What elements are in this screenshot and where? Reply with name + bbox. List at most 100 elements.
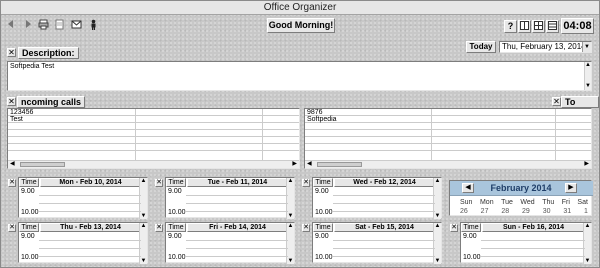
- clock-display: 04:08: [561, 18, 594, 34]
- scroll-down-icon[interactable]: ▼: [287, 258, 294, 264]
- help-button[interactable]: ?: [504, 20, 517, 33]
- description-close-button[interactable]: ✕: [7, 48, 16, 57]
- date-picker[interactable]: Thu, February 13, 2014 ▼: [499, 41, 592, 53]
- time-slot[interactable]: 10.00: [168, 254, 186, 261]
- scroll-down-icon[interactable]: ▼: [140, 258, 147, 264]
- day-close-button[interactable]: ✕: [8, 224, 16, 232]
- table-row[interactable]: [305, 137, 591, 144]
- table-row[interactable]: [305, 130, 591, 137]
- day-close-button[interactable]: ✕: [155, 179, 163, 187]
- day-panel-tue[interactable]: ✕ Time Tue - Feb 11, 2014 ▲ ▼ 9.00 10.00: [154, 177, 295, 219]
- scroll-up-icon[interactable]: ▲: [287, 223, 294, 229]
- time-slot[interactable]: 10.00: [21, 209, 39, 216]
- description-scrollbar[interactable]: ▲ ▼: [584, 62, 591, 90]
- time-slot[interactable]: 9.00: [21, 233, 35, 240]
- time-slot[interactable]: 9.00: [315, 233, 329, 240]
- time-slot[interactable]: 10.00: [315, 254, 333, 261]
- calendar-day[interactable]: 29: [522, 208, 530, 215]
- time-slot[interactable]: 9.00: [315, 188, 329, 195]
- scroll-right-icon[interactable]: ▶: [584, 161, 589, 168]
- scroll-down-icon[interactable]: ▼: [434, 213, 441, 219]
- day-close-button[interactable]: ✕: [450, 224, 458, 232]
- to-call-grid[interactable]: 9876 Softpedia ◀ ▶: [304, 108, 592, 169]
- day-panel-fri[interactable]: ✕ Time Fri - Feb 14, 2014 ▲ ▼ 9.00 10.00: [154, 222, 295, 264]
- today-button[interactable]: Today: [466, 41, 496, 53]
- list-view-button[interactable]: [546, 20, 559, 33]
- day-panel-thu[interactable]: ✕ Time Thu - Feb 13, 2014 ▲ ▼ 9.00 10.00: [7, 222, 148, 264]
- day-panel-sun[interactable]: ✕ Time Sun - Feb 16, 2014 ▲ ▼ 9.00 10.00: [449, 222, 592, 264]
- table-row[interactable]: [8, 137, 299, 144]
- table-row[interactable]: [305, 144, 591, 151]
- scroll-up-icon[interactable]: ▲: [434, 178, 441, 184]
- two-columns-icon: [520, 21, 529, 30]
- scroll-up-icon[interactable]: ▲: [584, 223, 591, 229]
- scroll-down-icon[interactable]: ▼: [434, 258, 441, 264]
- scroll-left-icon[interactable]: ◀: [10, 161, 15, 168]
- time-column-header: Time: [461, 223, 481, 232]
- calendar-day[interactable]: 28: [501, 208, 509, 215]
- scroll-right-icon[interactable]: ▶: [292, 161, 297, 168]
- incoming-calls-grid[interactable]: 123456 Test ◀ ▶: [7, 108, 300, 169]
- person-icon: [91, 19, 96, 30]
- description-textarea[interactable]: Softpedia Test ▲ ▼: [7, 61, 592, 91]
- incoming-calls-close-button[interactable]: ✕: [7, 97, 16, 106]
- table-row[interactable]: Test: [8, 116, 299, 123]
- weekday-label: Thu: [542, 199, 555, 206]
- mail-button[interactable]: [70, 19, 83, 32]
- table-row[interactable]: 9876: [305, 109, 591, 116]
- grid-view-button[interactable]: [532, 20, 545, 33]
- scroll-up-icon[interactable]: ▲: [585, 62, 591, 69]
- calendar-day[interactable]: 1: [584, 208, 588, 215]
- time-slot[interactable]: 9.00: [21, 188, 35, 195]
- day-panel-mon[interactable]: ✕ Time Mon - Feb 10, 2014 ▲ ▼ 9.00 10.00: [7, 177, 148, 219]
- back-button[interactable]: [6, 19, 20, 32]
- two-columns-view-button[interactable]: [518, 20, 531, 33]
- scroll-up-icon[interactable]: ▲: [287, 178, 294, 184]
- time-slot[interactable]: 9.00: [168, 233, 182, 240]
- time-slot[interactable]: 9.00: [463, 233, 477, 240]
- scroll-down-icon[interactable]: ▼: [585, 83, 591, 90]
- month-calendar[interactable]: ◀ February 2014 ▶ Sun Mon Tue Wed Thu Fr…: [449, 180, 593, 216]
- table-row[interactable]: [305, 123, 591, 130]
- day-panel-sat[interactable]: ✕ Time Sat - Feb 15, 2014 ▲ ▼ 9.00 10.00: [301, 222, 442, 264]
- scroll-up-icon[interactable]: ▲: [434, 223, 441, 229]
- incoming-calls-hscrollbar[interactable]: ◀ ▶: [8, 160, 299, 168]
- table-row[interactable]: 123456: [8, 109, 299, 116]
- table-row[interactable]: [8, 123, 299, 130]
- to-call-hscrollbar[interactable]: ◀ ▶: [305, 160, 591, 168]
- table-row[interactable]: [8, 130, 299, 137]
- day-close-button[interactable]: ✕: [302, 224, 310, 232]
- scroll-thumb[interactable]: [20, 162, 65, 167]
- next-month-button[interactable]: ▶: [565, 183, 577, 193]
- scroll-left-icon[interactable]: ◀: [307, 161, 312, 168]
- calendar-day[interactable]: 31: [563, 208, 571, 215]
- document-button[interactable]: [53, 19, 66, 32]
- person-button[interactable]: [87, 19, 100, 32]
- forward-button[interactable]: [20, 19, 34, 32]
- calendar-day[interactable]: 30: [543, 208, 551, 215]
- to-call-close-button[interactable]: ✕: [552, 97, 561, 106]
- scroll-thumb[interactable]: [317, 162, 362, 167]
- scroll-down-icon[interactable]: ▼: [584, 258, 591, 264]
- calendar-day[interactable]: 26: [460, 208, 468, 215]
- scroll-up-icon[interactable]: ▲: [140, 223, 147, 229]
- day-close-button[interactable]: ✕: [302, 179, 310, 187]
- day-panel-wed[interactable]: ✕ Time Wed - Feb 12, 2014 ▲ ▼ 9.00 10.00: [301, 177, 442, 219]
- day-close-button[interactable]: ✕: [155, 224, 163, 232]
- scroll-down-icon[interactable]: ▼: [287, 213, 294, 219]
- greeting-button[interactable]: Good Morning!: [267, 18, 335, 33]
- time-slot[interactable]: 10.00: [168, 209, 186, 216]
- table-row[interactable]: Softpedia: [305, 116, 591, 123]
- time-slot[interactable]: 9.00: [168, 188, 182, 195]
- prev-month-button[interactable]: ◀: [462, 183, 474, 193]
- calendar-day[interactable]: 27: [481, 208, 489, 215]
- time-slot[interactable]: 10.00: [21, 254, 39, 261]
- scroll-up-icon[interactable]: ▲: [140, 178, 147, 184]
- time-slot[interactable]: 10.00: [315, 209, 333, 216]
- table-row[interactable]: [8, 144, 299, 151]
- day-close-button[interactable]: ✕: [8, 179, 16, 187]
- time-slot[interactable]: 10.00: [463, 254, 481, 261]
- print-button[interactable]: [37, 19, 50, 32]
- scroll-down-icon[interactable]: ▼: [140, 213, 147, 219]
- date-picker-dropdown[interactable]: ▼: [582, 42, 591, 52]
